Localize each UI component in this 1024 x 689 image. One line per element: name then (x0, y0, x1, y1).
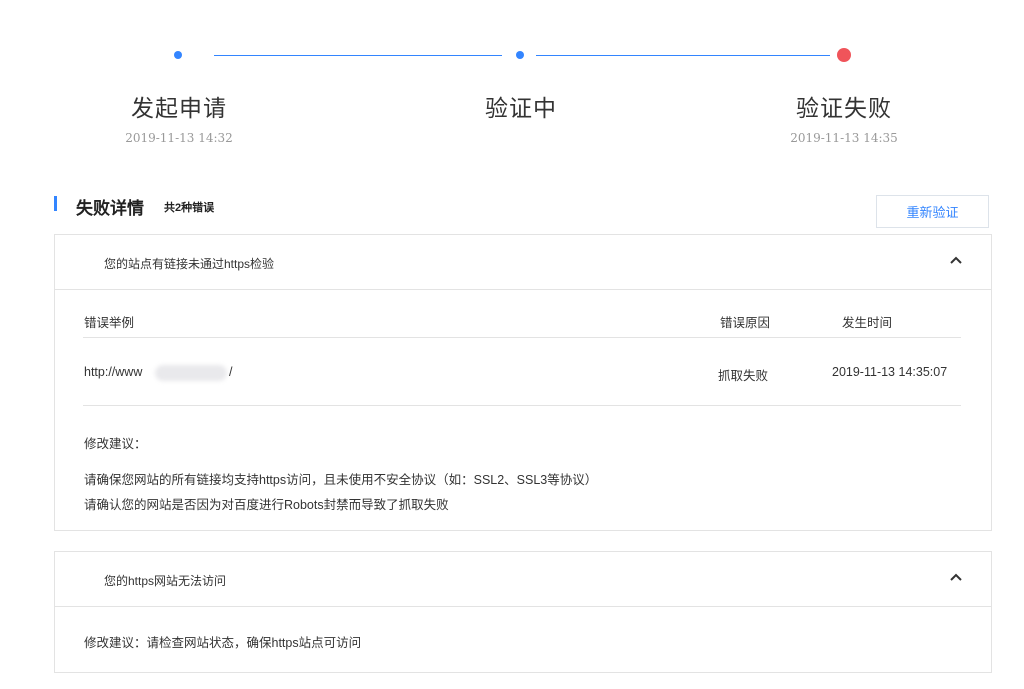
step-time-failed: 2019-11-13 14:35 (790, 131, 898, 145)
advice-label: 修改建议： (84, 437, 147, 451)
step-dot-3-failed (837, 48, 851, 62)
step-connector-1 (214, 55, 502, 56)
error-reason: 抓取失败 (718, 369, 769, 383)
step-time-apply: 2019-11-13 14:32 (125, 131, 233, 145)
column-header-example: 错误举例 (84, 316, 135, 330)
step-title-apply: 发起申请 (131, 95, 227, 121)
column-header-reason: 错误原因 (720, 316, 771, 330)
divider (83, 405, 961, 406)
error-panel-2: 您的https网站无法访问 修改建议：请检查网站状态，确保https站点可访问 (54, 551, 992, 673)
step-connector-2 (536, 55, 830, 56)
chevron-up-icon[interactable] (949, 253, 963, 267)
step-title-failed: 验证失败 (796, 95, 892, 121)
retry-verify-button[interactable]: 重新验证 (876, 195, 989, 228)
step-dot-2 (516, 51, 524, 59)
advice-line-1: 请确保您网站的所有链接均支持https访问，且未使用不安全协议（如：SSL2、S… (84, 473, 598, 487)
error-panel-1-title: 您的站点有链接未通过https检验 (104, 257, 275, 271)
section-accent-bar (54, 196, 57, 211)
advice-text: 修改建议：请检查网站状态，确保https站点可访问 (84, 636, 362, 650)
error-example-url-suffix: / (229, 365, 233, 379)
step-title-verifying: 验证中 (485, 95, 557, 121)
error-panel-2-title: 您的https网站无法访问 (104, 574, 227, 588)
error-panel-1: 您的站点有链接未通过https检验 错误举例 错误原因 发生时间 http://… (54, 234, 992, 531)
redacted-url-blur (155, 365, 227, 381)
divider (83, 337, 961, 338)
error-example-url-prefix: http://www (84, 365, 143, 379)
error-panel-1-header[interactable]: 您的站点有链接未通过https检验 (55, 235, 991, 290)
section-title: 失败详情 (76, 199, 144, 218)
error-count: 共2种错误 (164, 202, 215, 214)
chevron-up-icon[interactable] (949, 570, 963, 584)
advice-line-2: 请确认您的网站是否因为对百度进行Robots封禁而导致了抓取失败 (84, 498, 449, 512)
column-header-time: 发生时间 (842, 316, 893, 330)
error-panel-2-header[interactable]: 您的https网站无法访问 (55, 552, 991, 607)
step-dot-1 (174, 51, 182, 59)
error-time: 2019-11-13 14:35:07 (832, 365, 948, 379)
